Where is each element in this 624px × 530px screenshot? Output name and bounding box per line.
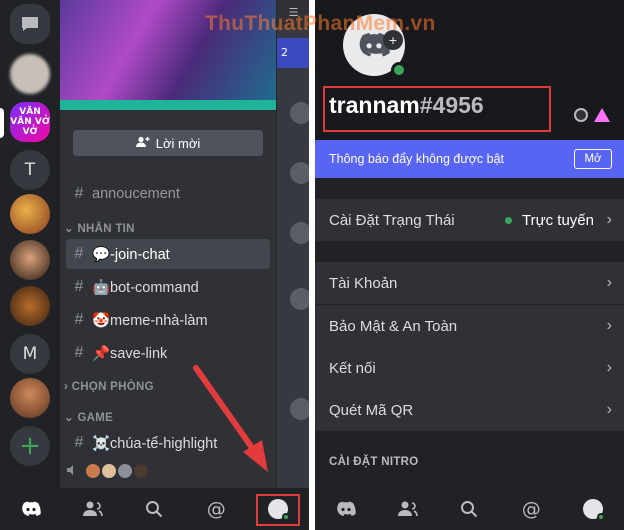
hash-icon: # — [74, 434, 84, 451]
row-label: Quét Mã QR — [329, 401, 414, 419]
server-rail: VĂN VĂN VỞ VỞ T M + — [0, 0, 60, 488]
channel-bot-command[interactable]: # 🤖bot-command — [66, 272, 270, 302]
nitro-badge-icon — [594, 108, 610, 122]
channel-label: 🤖bot-command — [92, 279, 199, 296]
invite-label: Lời mời — [155, 135, 201, 151]
profile-badges — [574, 108, 610, 122]
discord-home-icon[interactable] — [18, 496, 44, 522]
search-icon[interactable] — [456, 496, 482, 522]
left-screenshot: VĂN VĂN VỞ VỞ T M + Lời mời # annoucemen… — [0, 0, 309, 530]
category-game[interactable]: ⌄ GAME — [64, 410, 113, 424]
hash-icon: # — [74, 185, 84, 202]
voice-channel-members[interactable] — [66, 462, 150, 480]
category-nhan-tin[interactable]: ⌄ NHẮN TIN — [64, 221, 135, 235]
server-icon-avatar[interactable] — [10, 240, 50, 280]
speaker-icon — [66, 464, 78, 479]
channel-join-chat[interactable]: # 💬-join-chat — [66, 239, 270, 269]
mentions-icon[interactable]: @ — [203, 496, 229, 522]
highlight-box-annotation — [323, 86, 551, 132]
status-online-icon — [391, 62, 407, 78]
server-icon-active[interactable]: VĂN VĂN VỞ VỞ — [10, 102, 50, 142]
channel-label: 📌save-link — [92, 345, 168, 362]
hash-icon: # — [74, 278, 84, 295]
hash-icon: # — [74, 311, 84, 328]
active-server-indicator — [0, 108, 4, 138]
channel-label: 🤡meme-nhà-làm — [92, 312, 208, 329]
chat-peek-panel[interactable]: ☰ 2 — [276, 0, 309, 488]
add-user-icon — [135, 136, 150, 151]
add-server-button[interactable]: + — [10, 426, 50, 466]
discord-home-icon[interactable] — [333, 496, 359, 522]
server-icon-blurred[interactable] — [10, 54, 50, 94]
category-label: CHỌN PHÒNG — [71, 381, 154, 393]
chevron-right-icon: › — [606, 317, 612, 334]
status-value: Trực tuyến — [504, 211, 594, 229]
row-label: Bảo Mật & An Toàn — [329, 317, 458, 335]
status-settings-row[interactable]: Cài Đặt Trạng Thái Trực tuyến › — [315, 199, 624, 241]
avatar — [583, 499, 606, 521]
invite-button[interactable]: Lời mời — [73, 130, 263, 156]
avatar — [132, 462, 150, 480]
chevron-right-icon: › — [606, 274, 612, 291]
friends-icon[interactable] — [395, 496, 421, 522]
hash-icon: # — [74, 344, 84, 361]
server-icon-avatar[interactable] — [10, 194, 50, 234]
channel-label: ☠️chúa-tể-highlight — [92, 435, 218, 452]
hypesquad-badge-icon — [574, 108, 588, 122]
status-text: Trực tuyến — [521, 211, 594, 229]
avatar — [290, 398, 309, 420]
connections-row[interactable]: Kết nối › — [315, 347, 624, 389]
mentions-icon[interactable]: @ — [518, 496, 544, 522]
channel-list: Lời mời # annoucement ⌄ NHẮN TIN # 💬-joi… — [60, 0, 276, 488]
chevron-right-icon: › — [606, 211, 612, 228]
avatar — [290, 288, 309, 310]
chevron-right-icon: › — [606, 401, 612, 418]
channel-label: annoucement — [92, 186, 180, 202]
chevron-right-icon: › — [606, 359, 612, 376]
server-icon-m[interactable]: M — [10, 334, 50, 374]
account-row[interactable]: Tài Khoản › — [315, 262, 624, 304]
avatar — [290, 162, 309, 184]
row-label: Cài Đặt Trạng Thái — [329, 211, 455, 229]
enable-notifications-button[interactable]: Mở — [574, 149, 612, 169]
channel-save-link[interactable]: # 📌save-link — [66, 338, 270, 368]
peek-badge: 2 — [277, 38, 309, 68]
channel-chua-te-highlight[interactable]: # ☠️chúa-tể-highlight — [66, 428, 270, 458]
status-online-icon — [597, 513, 606, 521]
direct-messages-icon[interactable] — [10, 4, 50, 44]
watermark: ThuThuatPhanMem.vn — [205, 12, 436, 35]
nitro-settings-header: CÀI ĐẶT NITRO — [329, 456, 419, 468]
category-label: GAME — [77, 412, 114, 424]
category-label: NHẮN TIN — [77, 223, 135, 235]
status-online-icon — [504, 216, 512, 224]
avatar — [290, 222, 309, 244]
profile-avatar-icon[interactable] — [580, 496, 606, 522]
privacy-safety-row[interactable]: Bảo Mật & An Toàn › — [315, 305, 624, 347]
server-icon-t[interactable]: T — [10, 150, 50, 190]
channel-meme-nha-lam[interactable]: # 🤡meme-nhà-làm — [66, 305, 270, 335]
right-screenshot: + trannam#4956 Thông báo đẩy không được … — [315, 0, 624, 530]
avatar — [290, 102, 309, 124]
row-label: Tài Khoản — [329, 274, 398, 292]
server-icon-avatar[interactable] — [10, 378, 50, 418]
push-notification-banner: Thông báo đẩy không được bật Mở — [315, 140, 624, 178]
search-icon[interactable] — [141, 496, 167, 522]
highlight-box-annotation — [256, 494, 300, 526]
friends-icon[interactable] — [80, 496, 106, 522]
channel-annoucement[interactable]: # annoucement — [66, 179, 270, 209]
channel-label: 💬-join-chat — [92, 246, 170, 263]
bottom-nav: @ — [315, 488, 624, 530]
server-icon-avatar[interactable] — [10, 286, 50, 326]
hash-icon: # — [74, 245, 84, 262]
category-chon-phong[interactable]: › CHỌN PHÒNG — [64, 381, 154, 393]
row-label: Kết nối — [329, 359, 376, 377]
scan-qr-row[interactable]: Quét Mã QR › — [315, 389, 624, 431]
notice-text: Thông báo đẩy không được bật — [329, 152, 505, 166]
